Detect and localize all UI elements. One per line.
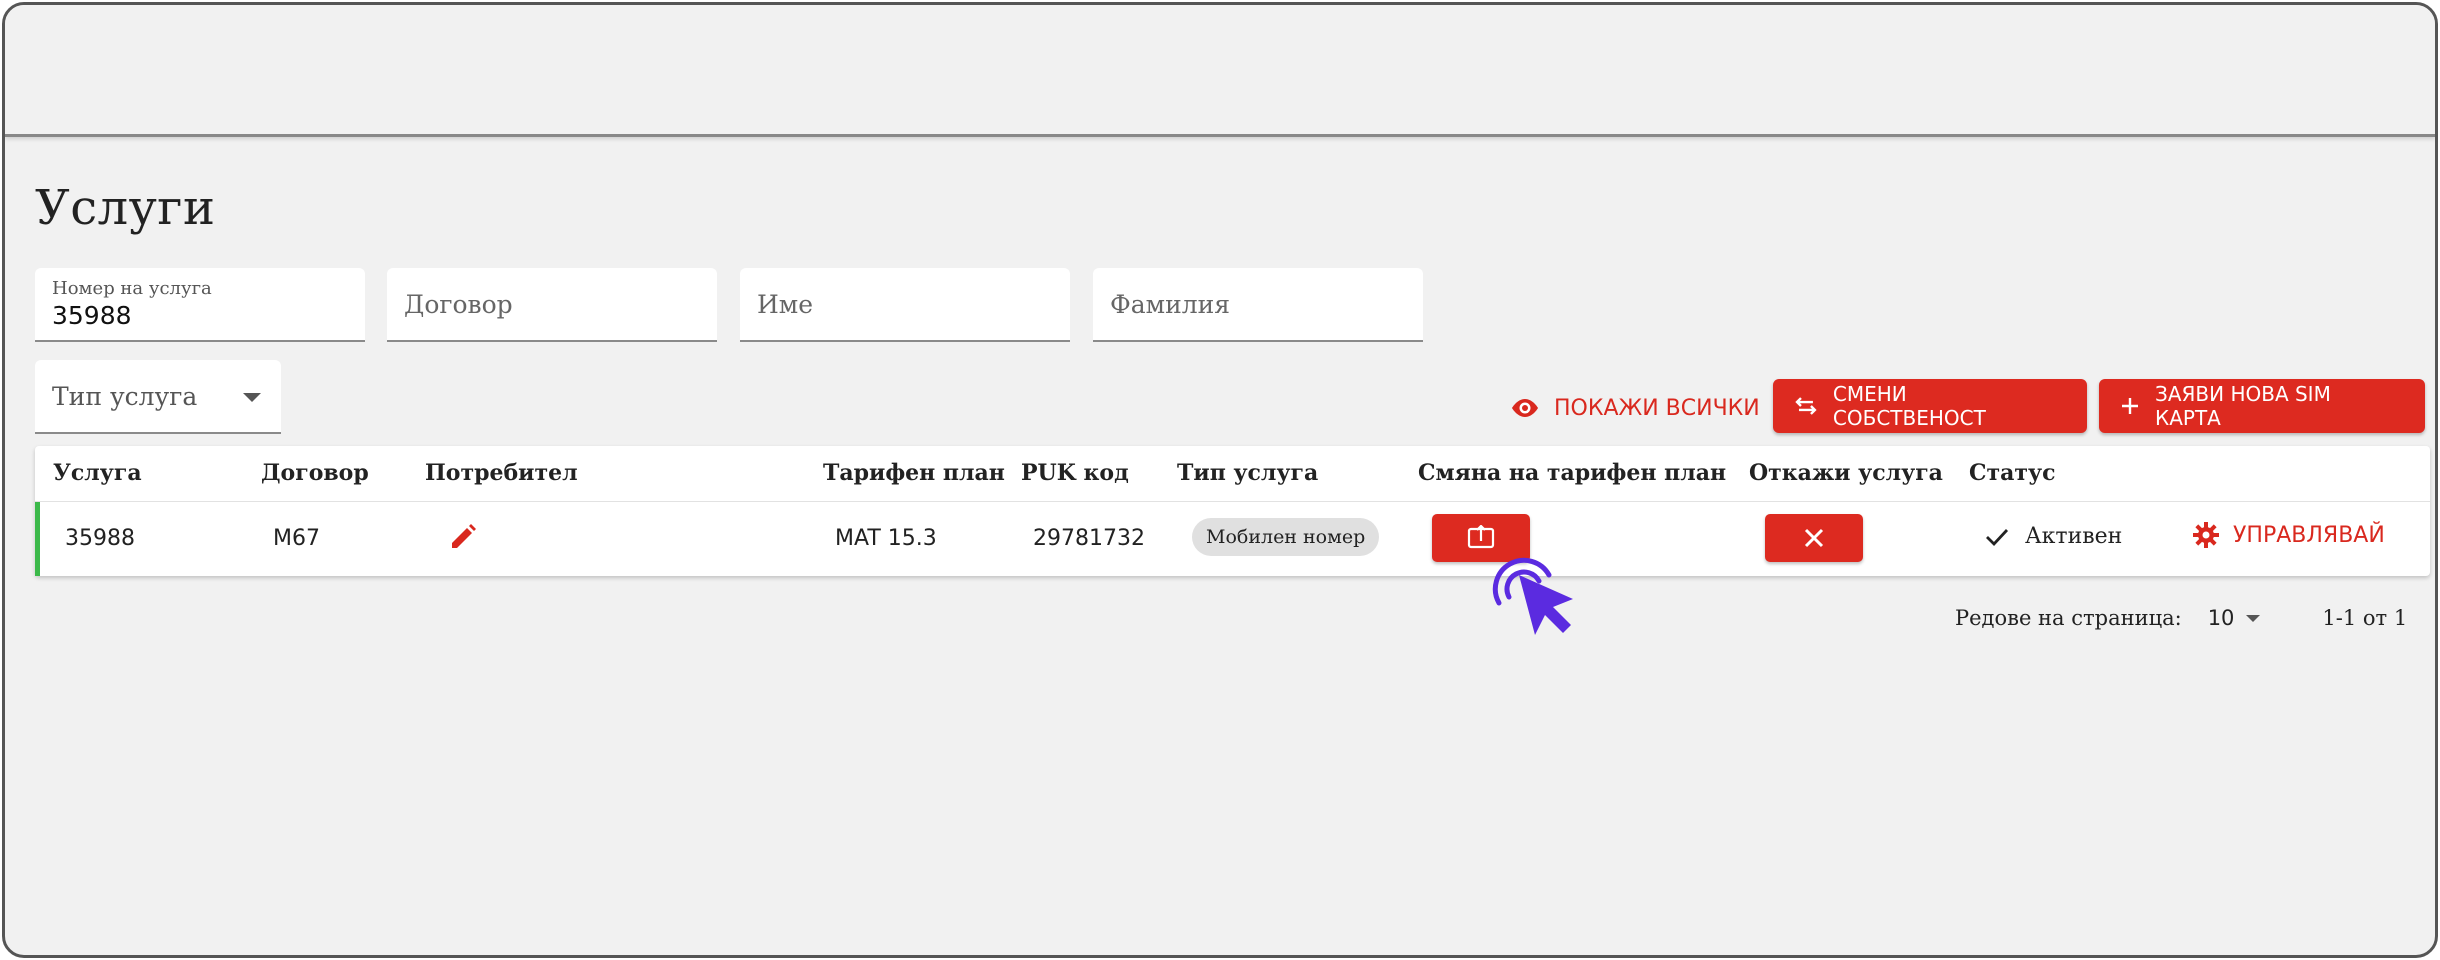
header-tariff: Тарифен план [823, 460, 1005, 486]
service-type-select[interactable]: Тип услуга [35, 360, 281, 434]
plus-icon [2122, 398, 2138, 414]
cell-contract: M67 [273, 526, 320, 551]
header-contract: Договор [261, 460, 369, 486]
cancel-service-button[interactable] [1765, 514, 1863, 562]
close-icon [1804, 528, 1824, 548]
change-ownership-button[interactable]: СМЕНИ СОБСТВЕНОСТ [1773, 379, 2087, 433]
pencil-icon[interactable] [448, 522, 478, 556]
request-sim-label: ЗАЯВИ НОВА SIM КАРТА [2155, 382, 2331, 430]
header-service-type: Тип услуга [1177, 460, 1319, 486]
table-row[interactable]: 35988 M67 MAT 15.3 29781732 Мобилен номе… [35, 502, 2430, 576]
show-all-label: ПОКАЖИ ВСИЧКИ [1554, 395, 1760, 421]
contract-field[interactable]: Договор [387, 268, 717, 342]
header-cancel-service: Откажи услуга [1749, 460, 1943, 486]
gear-icon [2193, 522, 2219, 548]
last-name-field[interactable]: Фамилия [1093, 268, 1423, 342]
page-title: Услуги [35, 180, 216, 236]
rows-per-page-select[interactable]: 10 [2208, 606, 2261, 630]
first-name-placeholder: Име [757, 290, 814, 319]
change-ownership-label: СМЕНИ СОБСТВЕНОСТ [1832, 382, 1986, 430]
page-range: 1-1 от 1 [2322, 606, 2408, 630]
app-window: Услуги Номер на услуга 35988 Договор Име… [2, 2, 2438, 958]
header-puk: PUK код [1021, 460, 1129, 486]
check-icon [1986, 528, 2009, 546]
header-status: Статус [1969, 460, 2056, 486]
eye-icon [1512, 399, 1538, 417]
service-number-label: Номер на услуга [52, 278, 212, 299]
cursor-click-icon [1492, 557, 1573, 635]
services-table: Услуга Договор Потребител Тарифен план P… [35, 446, 2430, 576]
last-name-placeholder: Фамилия [1110, 290, 1231, 319]
header-change-tariff: Смяна на тарифен план [1418, 460, 1727, 486]
cell-puk: 29781732 [1033, 526, 1145, 551]
status-label: Активен [2025, 524, 2123, 549]
service-number-field[interactable]: Номер на услуга 35988 [35, 268, 365, 342]
status-badge: Активен [1985, 524, 2122, 549]
header-service: Услуга [53, 460, 142, 486]
pagination: Редове на страница: 10 1-1 от 1 [1955, 603, 2407, 633]
service-type-placeholder: Тип услуга [52, 382, 198, 411]
top-bar [5, 5, 2435, 137]
first-name-field[interactable]: Име [740, 268, 1070, 342]
dropdown-caret-icon [2246, 614, 2261, 622]
cell-service: 35988 [65, 526, 135, 551]
service-number-value[interactable]: 35988 [52, 301, 132, 330]
rows-per-page-value: 10 [2207, 606, 2235, 630]
service-type-chip: Мобилен номер [1192, 518, 1380, 556]
request-sim-button[interactable]: ЗАЯВИ НОВА SIM КАРТА [2099, 379, 2425, 433]
swap-icon [1795, 397, 1817, 415]
contract-placeholder: Договор [404, 290, 513, 319]
cell-tariff: MAT 15.3 [835, 526, 937, 551]
table-header: Услуга Договор Потребител Тарифен план P… [35, 446, 2430, 502]
dropdown-caret-icon [243, 393, 261, 402]
rows-per-page-label: Редове на страница: [1955, 606, 2182, 630]
show-all-button[interactable]: ПОКАЖИ ВСИЧКИ [1510, 383, 1760, 433]
manage-label: УПРАВЛЯВАЙ [2233, 522, 2385, 548]
header-user: Потребител [425, 460, 578, 486]
manage-button[interactable]: УПРАВЛЯВАЙ [2193, 522, 2385, 548]
